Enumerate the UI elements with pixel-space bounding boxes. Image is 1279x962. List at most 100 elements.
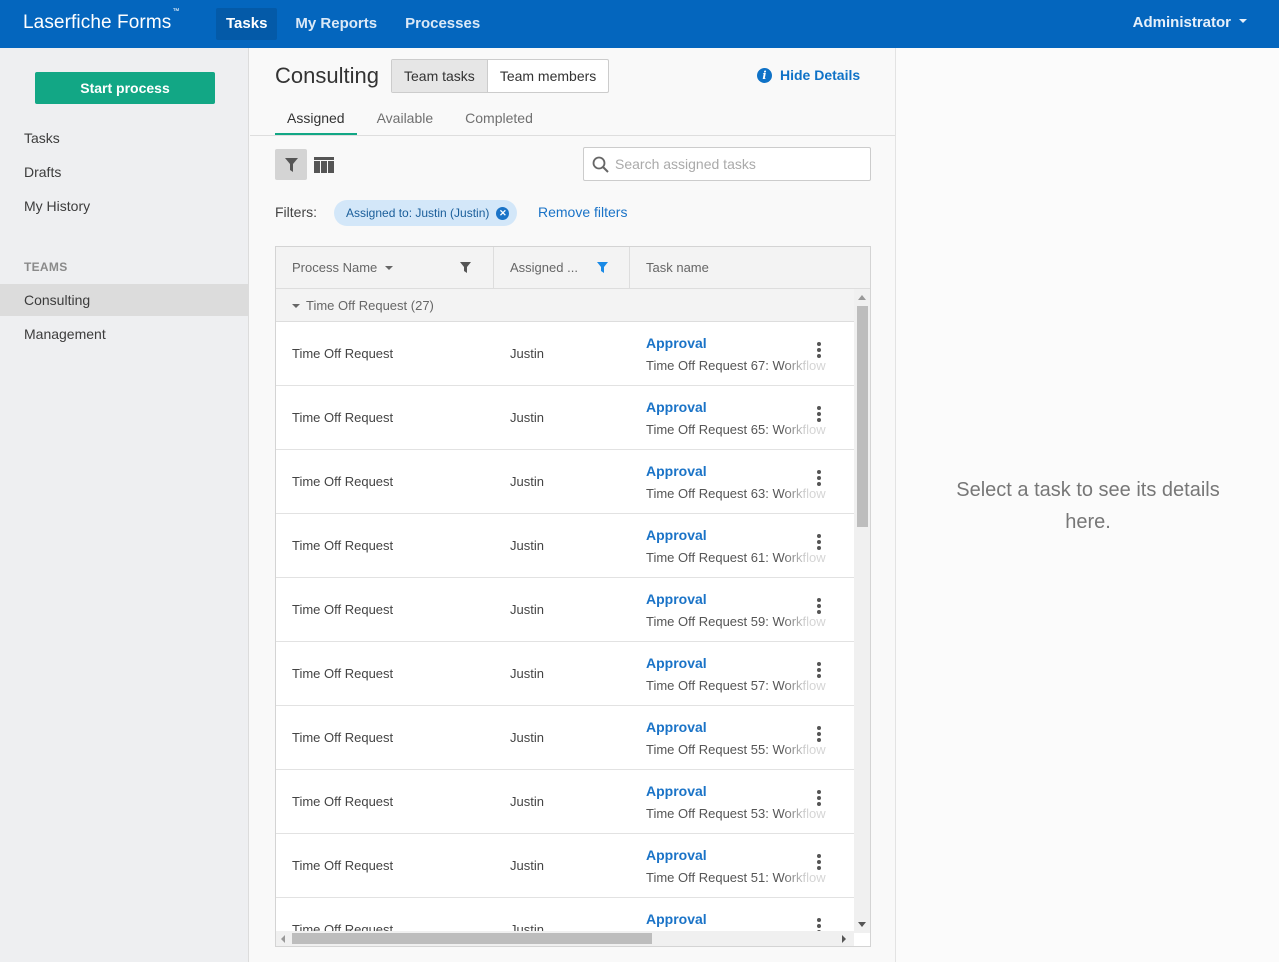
nav-my-reports[interactable]: My Reports [285,8,387,40]
filter-chip: Assigned to: Justin (Justin) ✕ [334,200,518,226]
tab-completed[interactable]: Completed [453,106,545,136]
dot [817,546,821,550]
assigned-cell: Justin [510,474,544,489]
app-logo[interactable]: Laserfiche Forms™ [23,8,179,34]
vertical-scroll-thumb[interactable] [857,306,868,527]
task-name-link[interactable]: Approval [646,655,707,671]
assigned-cell: Justin [510,410,544,425]
toggle-filter-button[interactable] [275,149,307,180]
columns-button[interactable] [312,149,336,180]
sidebar-item-tasks[interactable]: Tasks [0,122,249,154]
filter-icon[interactable] [460,262,471,273]
start-process-button[interactable]: Start process [35,72,215,104]
sidebar-item-my-history[interactable]: My History [0,190,249,222]
sidebar-item-management[interactable]: Management [0,318,249,350]
process-name-cell: Time Off Request [292,666,394,681]
scroll-up-icon[interactable] [858,295,866,300]
group-row-time-off-request[interactable]: Time Off Request (27) [276,289,854,322]
table-row[interactable]: Time Off Request Justin Approval [276,898,854,933]
dot [817,470,821,474]
user-menu[interactable]: Administrator [1133,14,1247,31]
dot [817,534,821,538]
brand-name: Laserfiche Forms [23,12,172,33]
more-options-icon[interactable] [816,406,822,426]
details-panel: Select a task to see its details here. [895,48,1279,962]
task-name-link[interactable]: Approval [646,399,707,415]
task-subtitle: Time Off Request 59: Workflow [646,614,826,629]
task-subtitle: Time Off Request 65: Workflow [646,422,826,437]
dot [817,598,821,602]
scroll-right-icon[interactable] [842,935,846,943]
assigned-cell: Justin [510,858,544,873]
task-subtitle: Time Off Request 51: Workflow [646,870,826,885]
task-subtitle: Time Off Request 53: Workflow [646,806,826,821]
scroll-down-icon[interactable] [858,922,866,927]
more-options-icon[interactable] [816,726,822,746]
more-options-icon[interactable] [816,854,822,874]
dot [817,412,821,416]
search-input[interactable] [615,156,865,172]
horizontal-scroll-thumb[interactable] [292,933,652,944]
more-options-icon[interactable] [816,662,822,682]
dot [817,802,821,806]
teams-heading: TEAMS [24,260,68,274]
table-row[interactable]: Time Off Request Justin Approval Time Off R… [276,642,854,706]
table-row[interactable]: Time Off Request Justin Approval Time Off R… [276,450,854,514]
remove-chip-icon[interactable]: ✕ [496,206,510,220]
scroll-left-icon[interactable] [281,935,285,943]
details-empty-message: Select a task to see its details here. [956,479,1220,533]
more-options-icon[interactable] [816,790,822,810]
nav-tasks[interactable]: Tasks [216,8,278,40]
sort-desc-icon [385,265,394,270]
task-name-link[interactable]: Approval [646,911,707,927]
table-row[interactable]: Time Off Request Justin Approval Time Off R… [276,578,854,642]
dot [817,662,821,666]
team-tasks-button[interactable]: Team tasks [392,60,488,92]
process-name-cell: Time Off Request [292,858,394,873]
dot [817,854,821,858]
more-options-icon[interactable] [816,470,822,490]
sidebar-item-consulting[interactable]: Consulting [0,284,249,316]
column-header-process-name[interactable]: Process Name [276,247,494,288]
page-title: Consulting [275,63,379,88]
task-name-link[interactable]: Approval [646,591,707,607]
horizontal-scrollbar[interactable] [276,931,854,946]
more-options-icon[interactable] [816,534,822,554]
sidebar-item-drafts[interactable]: Drafts [0,156,249,188]
team-members-button[interactable]: Team members [488,60,608,92]
tab-assigned[interactable]: Assigned [275,106,357,136]
tab-available[interactable]: Available [365,106,446,136]
user-name: Administrator [1132,14,1231,31]
task-name-link[interactable]: Approval [646,463,707,479]
process-name-cell: Time Off Request [292,410,394,425]
collapse-caret-icon [292,303,300,308]
grid-header: Process Name Assigned ... Task name [276,247,870,289]
task-name-link[interactable]: Approval [646,335,707,351]
table-row[interactable]: Time Off Request Justin Approval Time Off R… [276,322,854,386]
table-row[interactable]: Time Off Request Justin Approval Time Off R… [276,386,854,450]
column-header-label: Process Name [292,260,378,275]
active-filter-icon[interactable] [597,262,608,273]
table-row[interactable]: Time Off Request Justin Approval Time Off R… [276,514,854,578]
dot [817,732,821,736]
column-header-task-name[interactable]: Task name [630,247,870,288]
table-row[interactable]: Time Off Request Justin Approval Time Off R… [276,770,854,834]
dot [817,674,821,678]
column-header-assigned[interactable]: Assigned ... [494,247,630,288]
dot [817,482,821,486]
task-subtitle: Time Off Request 57: Workflow [646,678,826,693]
task-name-link[interactable]: Approval [646,719,707,735]
more-options-icon[interactable] [816,598,822,618]
remove-filters-link[interactable]: Remove filters [538,204,627,220]
table-row[interactable]: Time Off Request Justin Approval Time Off R… [276,834,854,898]
task-name-link[interactable]: Approval [646,847,707,863]
task-subtitle: Time Off Request 55: Workflow [646,742,826,757]
grid-rows: Time Off Request Justin Approval Time Off R… [276,322,854,933]
table-row[interactable]: Time Off Request Justin Approval Time Off R… [276,706,854,770]
hide-details-link[interactable]: i Hide Details [757,67,860,83]
task-name-link[interactable]: Approval [646,783,707,799]
more-options-icon[interactable] [816,342,822,362]
task-name-link[interactable]: Approval [646,527,707,543]
vertical-scrollbar[interactable] [854,289,870,933]
nav-processes[interactable]: Processes [395,8,490,40]
